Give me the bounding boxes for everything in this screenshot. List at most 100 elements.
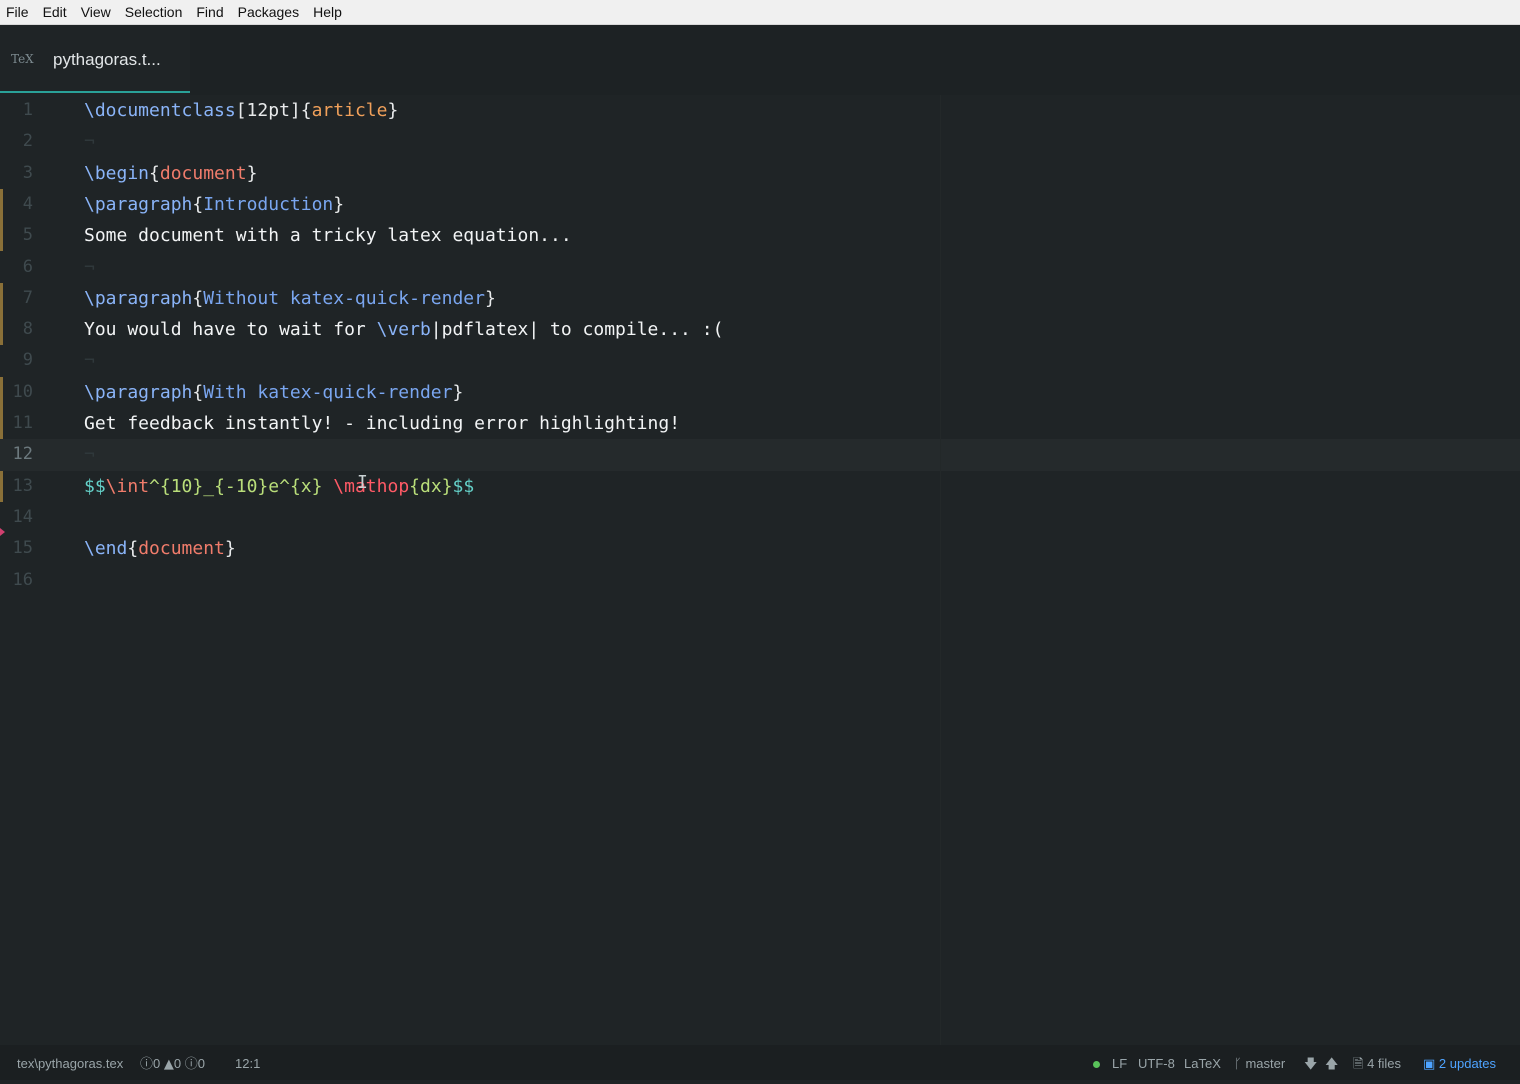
argument: document [159,162,247,184]
line-number: 11 [12,413,33,433]
updates-label: 2 updates [1438,1056,1497,1071]
math-content: ^{10}_{-10} [149,475,269,497]
fetch-down-icon[interactable]: 🡇 [1304,1045,1317,1084]
linter-summary[interactable]: ⓘ0 ▲0 ⓘ0 [140,1045,205,1084]
latex-command: \paragraph [84,381,193,403]
menu-find[interactable]: Find [189,0,230,24]
menu-edit[interactable]: Edit [36,0,74,24]
latex-command: \verb [376,319,431,341]
editor-line[interactable]: 10 \paragraph{With katex-quick-render} [0,376,1520,440]
eol-marker: ¬ [84,444,95,466]
status-dot-icon [1093,1045,1100,1083]
file-icon: 🗎 [1353,1057,1364,1072]
editor-line[interactable]: 5 Some document with a tricky latex equa… [0,220,1520,251]
code-line-11: Get feedback instantly! - including erro… [84,413,681,434]
text-editor[interactable]: 1 \documentclass[12pt]{article} 2 ¬ 3 \b… [0,95,1520,1045]
error-count: 0 [153,1056,161,1071]
argument: Introduction [203,193,334,215]
editor-line[interactable]: 13 $$\int^{10}_{-10}e^{x} \mathop{dx}$$ [0,470,1520,502]
verb-content: |pdflatex| [430,319,540,341]
code-line-1: \documentclass[12pt]{article} [84,95,398,126]
editor-line[interactable]: 16 [0,565,1520,596]
branch-icon: ᚴ [1234,1057,1242,1072]
line-number: 5 [22,225,33,246]
line-number: 1 [22,100,33,120]
brace: } [246,162,258,184]
line-ending[interactable]: LF [1112,1045,1127,1083]
argument: Without katex-quick-render [203,287,485,309]
brace: } [387,100,399,121]
grammar[interactable]: LaTeX [1184,1045,1221,1083]
brace: { [192,193,204,215]
editor-line[interactable]: 11 Get feedback instantly! - including e… [0,408,1520,439]
editor-line[interactable]: 3 \begin{document} [0,158,1520,189]
menu-selection[interactable]: Selection [118,0,190,24]
line-number: 2 [22,131,33,152]
editor-line[interactable]: 1 \documentclass[12pt]{article} [0,95,1520,126]
files-count: 4 files [1367,1056,1402,1071]
brace: { [300,100,312,121]
line-number: 8 [22,319,33,340]
text: to compile... :( [539,319,724,341]
eol-marker: ¬ [84,131,95,153]
push-up-icon[interactable]: 🡅 [1325,1045,1338,1084]
code-line-5: Some document with a tricky latex equati… [84,225,572,247]
line-number: 15 [12,538,33,559]
math-delimiter: $$ [84,475,106,497]
eol-marker: ¬ [84,256,95,278]
editor-line[interactable]: 8 You would have to wait for \verb|pdfla… [0,314,1520,345]
encoding[interactable]: UTF-8 [1138,1045,1175,1083]
brace: } [484,287,496,309]
editor-line[interactable]: 4 \paragraph{Introduction} [0,188,1520,252]
brace: } [333,193,345,215]
editor-line[interactable]: 6 ¬ [0,252,1520,283]
editor-line[interactable]: 14 [0,502,1520,533]
menu-bar: File Edit View Selection Find Packages H… [0,0,1520,25]
git-branch[interactable]: ᚴ master [1234,1045,1285,1084]
code-line-3: \begin{document} [84,158,257,189]
error-command: \mathop [333,475,410,497]
menu-help[interactable]: Help [306,0,349,24]
code-line-15: \end{document} [84,533,236,564]
argument: article [311,100,388,121]
package-updates[interactable]: ▣ 2 updates [1423,1045,1496,1084]
editor-line[interactable]: 15 \end{document} [0,533,1520,564]
menu-view[interactable]: View [74,0,118,24]
package-icon: ▣ [1423,1057,1436,1072]
editor-line[interactable]: 9 ¬ [0,345,1520,376]
brace: } [452,381,464,403]
error-gutter-marker [0,528,5,536]
tab-bar: TeX pythagoras.t... [0,25,1520,95]
brace: } [224,538,236,560]
line-number: 10 [12,381,33,402]
brace: { [192,287,204,309]
latex-command: \begin [84,162,150,184]
argument: With katex-quick-render [203,381,453,403]
menu-packages[interactable]: Packages [231,0,306,24]
line-number: 9 [22,350,33,371]
status-bar: tex\pythagoras.tex ⓘ0 ▲0 ⓘ0 12:1 LF UTF-… [0,1045,1520,1080]
git-files[interactable]: 🗎 4 files [1353,1045,1401,1084]
latex-command: \end [84,538,128,560]
code-line-7: \paragraph{Without katex-quick-render} [84,283,496,314]
file-path[interactable]: tex\pythagoras.tex [17,1045,123,1083]
line-number: 16 [12,569,33,590]
code-line-8: You would have to wait for \verb|pdflate… [84,314,723,345]
editor-line-current[interactable]: 12 ¬ [0,439,1520,471]
warning-icon: ▲ [163,1057,174,1072]
menu-file[interactable]: File [0,0,36,24]
editor-line[interactable]: 7 \paragraph{Without katex-quick-render} [0,282,1520,346]
wrap-guide [940,95,941,1045]
tab-pythagoras[interactable]: TeX pythagoras.t... [0,25,190,95]
text: You would have to wait for [84,319,377,341]
line-number: 6 [22,256,33,277]
code-line-10: \paragraph{With katex-quick-render} [84,377,463,408]
cursor-position[interactable]: 12:1 [235,1045,260,1083]
info-count: 0 [197,1056,205,1071]
line-number: 3 [22,162,33,183]
editor-line[interactable]: 2 ¬ [0,126,1520,157]
line-number: 7 [22,287,33,308]
line-number: 12 [12,444,33,465]
tex-file-icon: TeX [11,52,34,66]
option: [12pt] [235,100,301,121]
